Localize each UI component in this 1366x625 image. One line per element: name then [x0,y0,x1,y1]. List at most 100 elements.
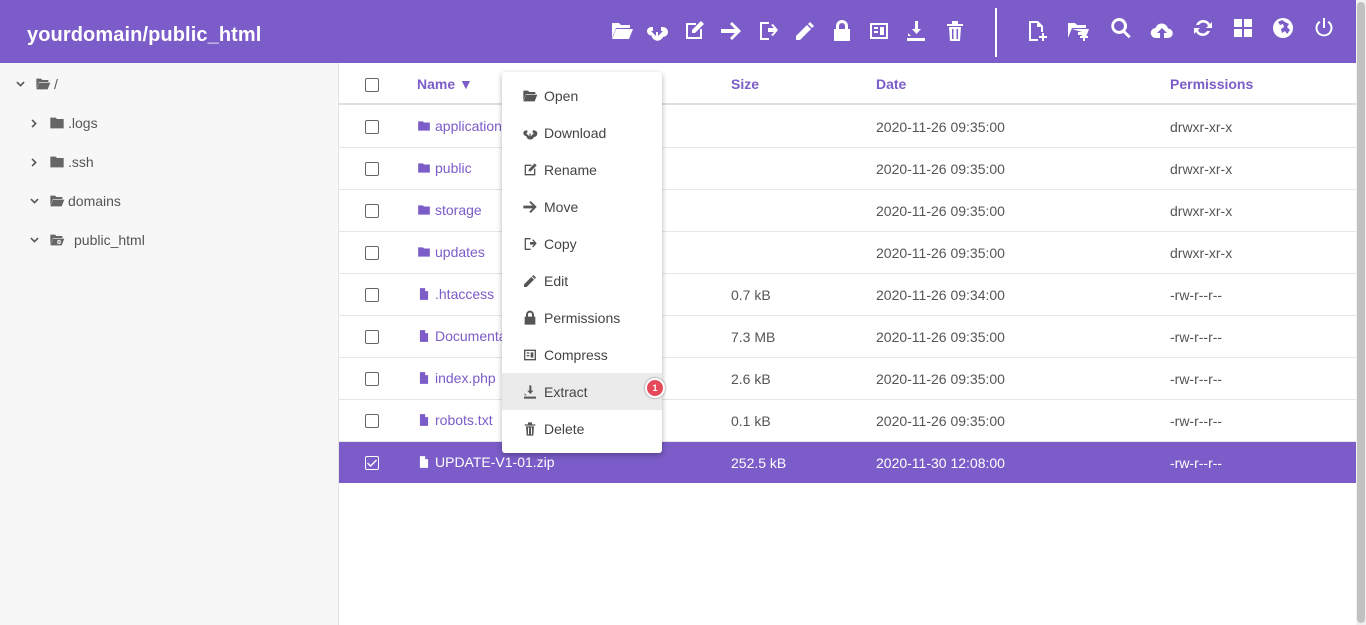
row-name[interactable]: UPDATE-V1-01.zip [417,454,555,470]
chevron-right-icon[interactable] [28,117,40,129]
search-icon[interactable] [1108,15,1134,41]
delete-trash-icon[interactable] [942,18,968,44]
menu-item-extract[interactable]: Extract [502,373,662,410]
select-all-checkbox[interactable] [365,78,379,92]
menu-item-label: Open [544,87,579,104]
table-row[interactable]: storage 2020-11-26 09:35:00 drwxr-xr-x [339,190,1356,232]
tree-item-logs[interactable]: .logs [28,111,98,135]
row-date: 2020-11-26 09:35:00 [876,245,1005,261]
extract-icon [522,384,538,400]
row-name[interactable]: storage [417,202,482,218]
folder-icon [417,203,431,217]
globe-icon[interactable] [1270,15,1296,41]
grid-view-icon[interactable] [1230,15,1256,41]
menu-item-rename[interactable]: Rename [502,151,662,188]
refresh-icon[interactable] [1190,15,1216,41]
row-name[interactable]: robots.txt [417,412,493,428]
menu-item-open[interactable]: Open [502,77,662,114]
menu-item-move[interactable]: Move [502,188,662,225]
table-row-selected[interactable]: UPDATE-V1-01.zip 252.5 kB 2020-11-30 12:… [339,442,1356,483]
row-date: 2020-11-26 09:35:00 [876,371,1005,387]
tree-item-public-html[interactable]: public_html [28,228,145,252]
copy-icon[interactable] [755,18,781,44]
tree-item-root[interactable]: / [14,72,58,96]
row-name[interactable]: updates [417,244,485,260]
power-icon[interactable] [1311,15,1337,41]
chevron-right-icon[interactable] [28,156,40,168]
menu-item-label: Extract [544,383,588,400]
header-divider [995,8,997,57]
row-date: 2020-11-26 09:35:00 [876,413,1005,429]
row-checkbox[interactable] [365,162,379,176]
table-row[interactable]: public 2020-11-26 09:35:00 drwxr-xr-x [339,148,1356,190]
tree-item-ssh[interactable]: .ssh [28,150,94,174]
table-row[interactable]: robots.txt 0.1 kB 2020-11-26 09:35:00 -r… [339,400,1356,442]
row-checkbox[interactable] [365,330,379,344]
table-row[interactable]: application 2020-11-26 09:35:00 drwxr-xr… [339,106,1356,148]
tree-item-domains[interactable]: domains [28,189,121,213]
menu-item-delete[interactable]: Delete [502,410,662,447]
file-icon [417,287,431,301]
chevron-down-icon[interactable] [28,195,40,207]
row-name[interactable]: application [417,118,502,134]
upload-cloud-icon[interactable] [1149,18,1175,44]
row-name-text: Documenta [435,328,507,344]
tree-item-label: / [54,76,58,92]
column-header-date[interactable]: Date [876,76,906,92]
menu-item-download[interactable]: Download [502,114,662,151]
table-row[interactable]: Documenta 7.3 MB 2020-11-26 09:35:00 -rw… [339,316,1356,358]
permissions-lock-icon[interactable] [829,18,855,44]
menu-item-copy[interactable]: Copy [502,225,662,262]
edit-pencil-icon[interactable] [792,18,818,44]
app-header: yourdomain/public_html [0,0,1356,63]
row-date: 2020-11-26 09:35:00 [876,161,1005,177]
menu-item-edit[interactable]: Edit [502,262,662,299]
chevron-down-icon[interactable] [28,234,40,246]
copy-icon [522,236,538,252]
row-checkbox[interactable] [365,288,379,302]
open-folder-icon[interactable] [609,18,635,44]
menu-item-permissions[interactable]: Permissions [502,299,662,336]
column-header-permissions[interactable]: Permissions [1170,76,1253,92]
table-row[interactable]: .htaccess 0.7 kB 2020-11-26 09:34:00 -rw… [339,274,1356,316]
column-header-size[interactable]: Size [731,76,759,92]
row-permissions: -rw-r--r-- [1170,413,1223,429]
row-name[interactable]: .htaccess [417,286,494,302]
new-folder-icon[interactable] [1065,18,1091,44]
compress-icon [522,347,538,363]
row-checkbox[interactable] [365,246,379,260]
folder-icon [417,119,431,133]
scrollbar-thumb[interactable] [1357,2,1365,623]
current-path-title: yourdomain/public_html [27,24,262,46]
table-row[interactable]: index.php 2.6 kB 2020-11-26 09:35:00 -rw… [339,358,1356,400]
rename-icon[interactable] [681,18,707,44]
download-cloud-icon[interactable] [644,18,670,44]
table-row[interactable]: updates 2020-11-26 09:35:00 drwxr-xr-x [339,232,1356,274]
compress-icon[interactable] [866,18,892,44]
row-permissions: -rw-r--r-- [1170,329,1223,345]
move-arrow-icon[interactable] [718,18,744,44]
row-checkbox[interactable] [365,120,379,134]
menu-item-compress[interactable]: Compress [502,336,662,373]
row-name-text: index.php [435,370,496,386]
cloud-download-icon [522,125,538,141]
file-icon [417,329,431,343]
pencil-icon [522,273,538,289]
folder-tree-sidebar: / .logs .ssh domains public_html [0,63,339,625]
new-file-icon[interactable] [1024,18,1050,44]
vertical-scrollbar[interactable] [1356,0,1366,625]
row-checkbox[interactable] [365,372,379,386]
row-checkbox[interactable] [365,414,379,428]
lock-icon [522,310,538,326]
extract-icon[interactable] [903,18,929,44]
row-checkbox[interactable] [365,204,379,218]
row-name[interactable]: Documenta [417,328,507,344]
row-name-text: storage [435,202,482,218]
row-size: 2.6 kB [731,371,771,387]
row-checkbox-checked[interactable] [365,456,379,470]
row-name[interactable]: public [417,160,472,176]
row-name[interactable]: index.php [417,370,496,386]
chevron-down-icon[interactable] [14,78,26,90]
folder-icon [48,115,66,131]
column-header-name[interactable]: Name ▼ [417,76,473,92]
